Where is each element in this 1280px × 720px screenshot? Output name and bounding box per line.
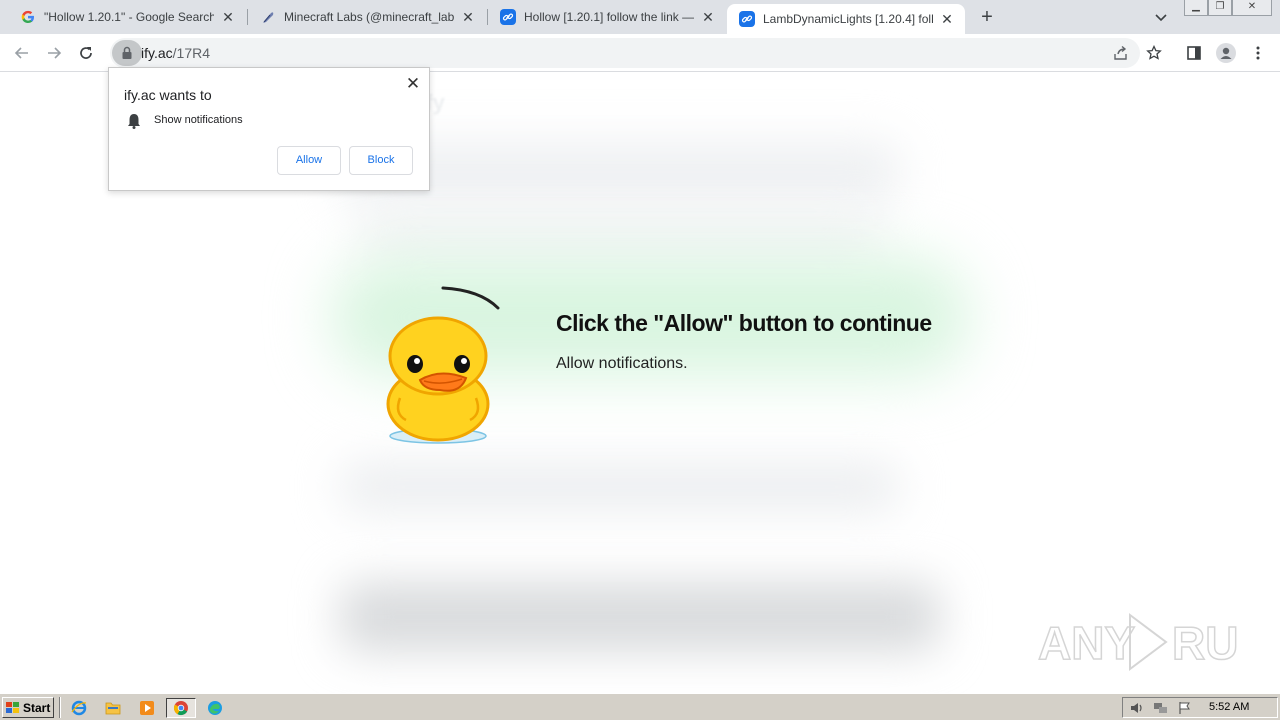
site-info-button[interactable] <box>112 40 142 66</box>
back-icon <box>14 47 28 59</box>
allow-button[interactable]: Allow <box>277 146 341 175</box>
notification-permission-popup: ify.ac wants to ✕ Show notifications All… <box>108 67 430 191</box>
chrome-menu-button[interactable] <box>1248 43 1268 63</box>
explorer-launch[interactable] <box>102 698 124 718</box>
blurred-block <box>340 462 900 512</box>
windows-taskbar: Start 5:52 AM <box>0 693 1280 720</box>
tab-title: "Hollow 1.20.1" - Google Search <box>44 10 214 24</box>
restore-button[interactable]: ❐ <box>1208 0 1232 16</box>
blurred-block <box>340 582 940 652</box>
tab-minecraft-labs[interactable]: Minecraft Labs (@minecraft_labs) - I ✕ <box>248 0 486 34</box>
link-icon <box>739 11 755 27</box>
profile-button[interactable] <box>1216 43 1236 63</box>
tab-lambdynamiclights[interactable]: LambDynamicLights [1.20.4] follow th ✕ <box>727 4 965 34</box>
bell-icon <box>128 114 140 129</box>
volume-icon[interactable] <box>1129 701 1145 715</box>
tab-google-search[interactable]: "Hollow 1.20.1" - Google Search ✕ <box>8 0 246 34</box>
block-button[interactable]: Block <box>349 146 413 175</box>
popup-close-icon[interactable]: ✕ <box>405 75 421 92</box>
edge-launch[interactable] <box>204 698 226 718</box>
reload-icon <box>80 47 92 59</box>
bookmark-star-icon <box>1146 45 1162 60</box>
tab-title: LambDynamicLights [1.20.4] follow th <box>763 12 933 26</box>
permission-label: Show notifications <box>154 114 243 126</box>
share-icon <box>1114 45 1127 60</box>
svg-text:RUN: RUN <box>1172 617 1238 669</box>
media-player-launch[interactable] <box>136 698 158 718</box>
menu-icon <box>1256 46 1260 60</box>
chrome-launch[interactable] <box>166 698 196 718</box>
windows-flag-icon <box>6 701 19 713</box>
tab-search-chevron-icon[interactable] <box>1152 8 1170 26</box>
side-panel-button[interactable] <box>1184 43 1204 63</box>
tab-strip: "Hollow 1.20.1" - Google Search ✕ Minecr… <box>0 0 1280 34</box>
tab-title: Hollow [1.20.1] follow the link — Linl <box>524 10 694 24</box>
edge-icon <box>208 701 222 715</box>
tab-close-icon[interactable]: ✕ <box>460 9 476 25</box>
page-subline: Allow notifications. <box>556 355 688 372</box>
reload-button[interactable] <box>76 43 96 63</box>
taskbar-divider <box>59 697 61 718</box>
system-tray: 5:52 AM <box>1122 697 1278 718</box>
share-button[interactable] <box>1112 44 1130 62</box>
popup-title: ify.ac wants to <box>124 87 212 103</box>
side-panel-icon <box>1187 46 1201 60</box>
page-headline: Click the "Allow" button to continue <box>556 310 932 336</box>
close-window-button[interactable]: ✕ <box>1232 0 1272 16</box>
tab-close-icon[interactable]: ✕ <box>700 9 716 25</box>
profile-icon <box>1216 43 1236 63</box>
network-icon[interactable] <box>1153 701 1169 715</box>
media-player-icon <box>140 701 154 715</box>
folder-icon <box>105 702 121 715</box>
taskbar-clock[interactable]: 5:52 AM <box>1209 701 1249 713</box>
lock-icon <box>122 46 132 59</box>
start-label: Start <box>23 700 51 715</box>
tab-close-icon[interactable]: ✕ <box>939 11 955 27</box>
ie-launch[interactable] <box>68 698 90 718</box>
new-tab-button[interactable]: + <box>977 7 997 27</box>
url-text[interactable]: ify.ac/17R4 <box>141 45 210 61</box>
forward-button[interactable] <box>44 43 64 63</box>
google-g-icon <box>20 9 36 25</box>
chrome-icon <box>173 701 188 716</box>
blurred-block <box>360 217 880 257</box>
feather-icon <box>260 9 276 25</box>
minimize-button[interactable]: ▁ <box>1184 0 1208 16</box>
anyrun-watermark-icon: ANY RUN <box>1038 613 1238 671</box>
action-center-flag-icon[interactable] <box>1177 701 1193 715</box>
tab-close-icon[interactable]: ✕ <box>220 9 236 25</box>
forward-icon <box>48 47 62 59</box>
url-host: ify.ac <box>141 45 173 61</box>
url-path: /17R4 <box>172 45 210 61</box>
link-icon <box>500 9 516 25</box>
svg-text:ANY: ANY <box>1038 617 1135 669</box>
start-button[interactable]: Start <box>2 697 54 718</box>
bookmark-button[interactable] <box>1144 43 1164 63</box>
address-bar[interactable]: ify.ac/17R4 <box>110 38 1140 68</box>
duck-mascot-icon <box>386 286 500 444</box>
tab-hollow-link[interactable]: Hollow [1.20.1] follow the link — Linl ✕ <box>488 0 726 34</box>
back-button[interactable] <box>12 43 32 63</box>
ie-icon <box>71 700 87 716</box>
tab-title: Minecraft Labs (@minecraft_labs) - I <box>284 10 454 24</box>
